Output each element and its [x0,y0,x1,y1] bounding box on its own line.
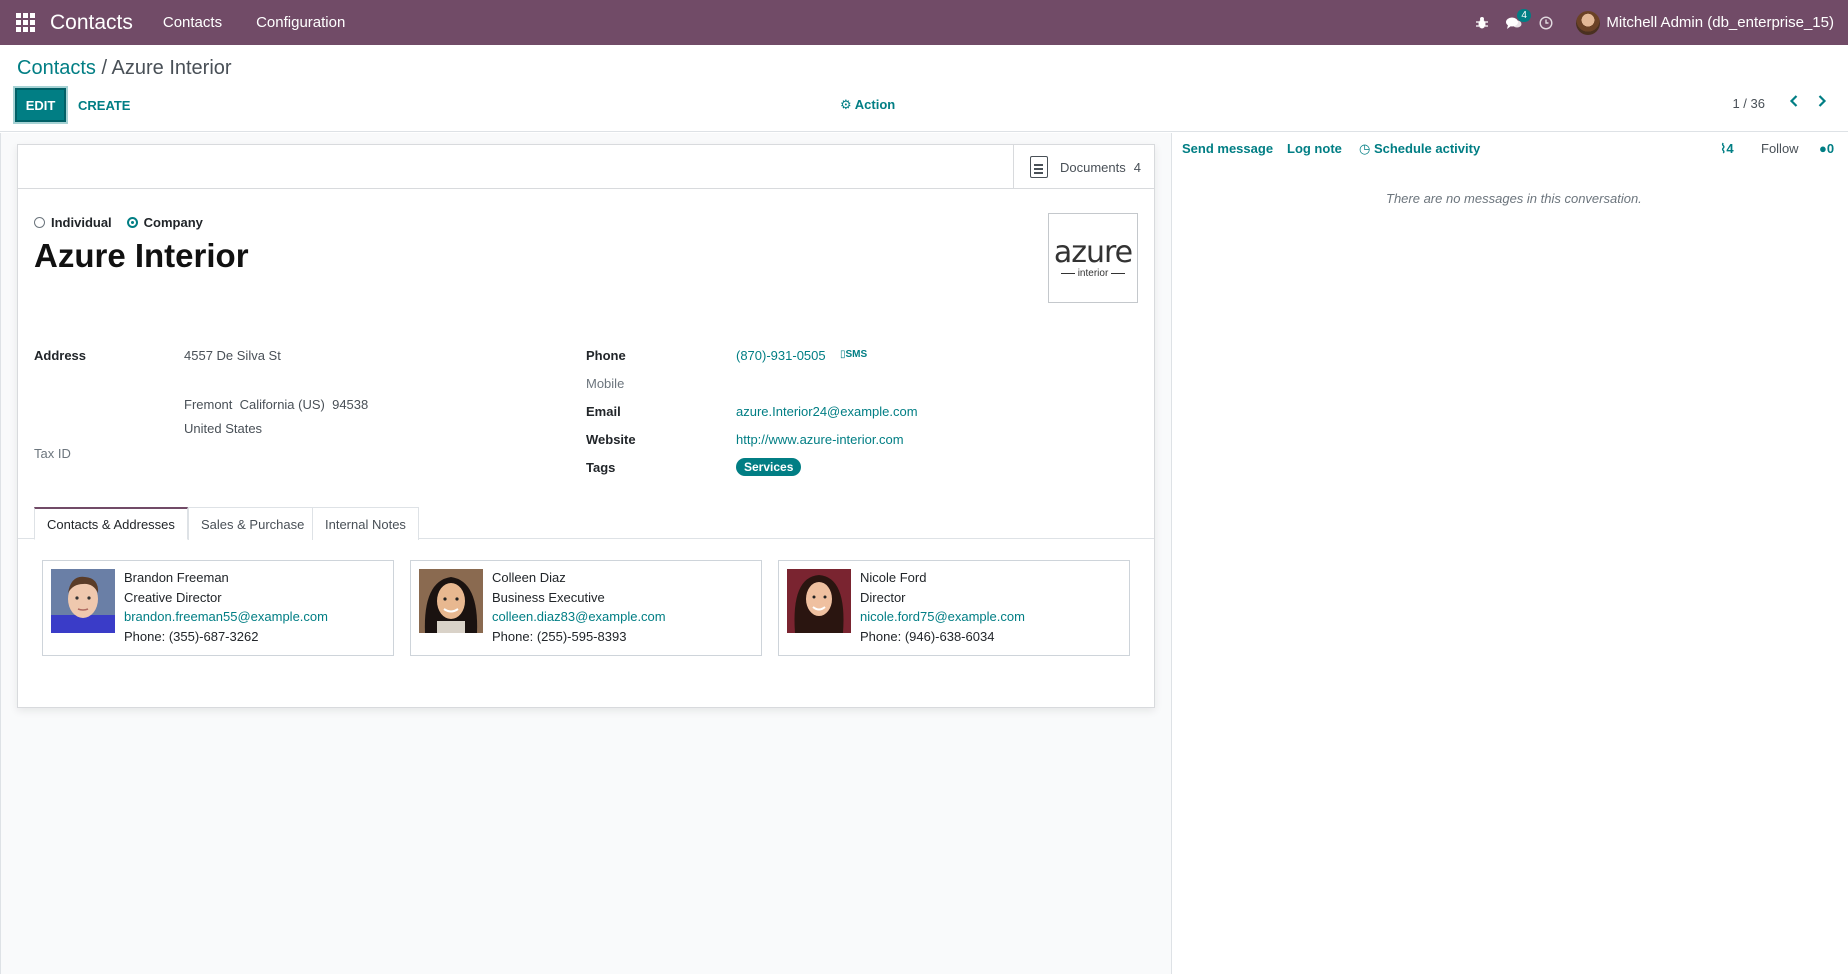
schedule-activity-label: Schedule activity [1373,141,1481,156]
menu-configuration[interactable]: Configuration [256,14,345,31]
create-button[interactable]: CREATE [78,88,130,122]
schedule-activity-button[interactable]: ◷ Schedule activity [1359,141,1480,157]
followers-count: 0 [1826,141,1835,156]
contact-email[interactable]: colleen.diaz83@example.com [492,609,666,624]
contact-email[interactable]: nicole.ford75@example.com [860,609,1025,624]
attachments-button[interactable]: ⌇4 [1720,141,1734,157]
edit-button[interactable]: EDIT [15,88,66,122]
breadcrumb-separator: / [101,57,108,79]
phone-label: Phone [586,348,626,363]
messages-badge: 4 [1517,9,1531,22]
messages-icon[interactable]: 4 [1498,0,1531,45]
radio-individual-label[interactable]: Individual [51,215,112,230]
menu-contacts[interactable]: Contacts [163,14,222,31]
contact-title: Creative Director [124,590,222,605]
tab-internal-notes[interactable]: Internal Notes [312,507,419,540]
contact-card[interactable]: Colleen Diaz Business Executive colleen.… [410,560,762,656]
user-avatar [1576,10,1601,35]
breadcrumb-contacts-link[interactable]: Contacts [17,57,96,79]
breadcrumb: Contacts / Azure Interior [17,57,232,80]
tag-badge[interactable]: Services [736,458,802,476]
contact-name: Nicole Ford [860,570,927,585]
tab-contacts-addresses[interactable]: Contacts & Addresses [34,507,188,540]
user-icon: ● [1819,141,1827,156]
contact-card[interactable]: Nicole Ford Director nicole.ford75@examp… [778,560,1130,656]
log-note-button[interactable]: Log note [1287,141,1342,156]
phone-value[interactable]: (870)-931-0505 [736,348,826,363]
notebook-tabs: Contacts & Addresses Sales & Purchase In… [18,507,1154,540]
document-icon [1030,156,1048,178]
apps-menu-icon[interactable] [0,0,50,45]
address-label: Address [34,348,87,363]
radio-company-label[interactable]: Company [144,215,203,230]
mobile-label: Mobile [586,376,625,391]
sms-link[interactable]: ▯SMS [840,349,867,360]
contact-name: Brandon Freeman [124,570,229,585]
activity-clock-icon[interactable] [1530,0,1562,45]
company-type-radio: Individual Company [34,215,203,230]
tab-sales-purchase[interactable]: Sales & Purchase [188,507,318,540]
radio-individual[interactable] [34,217,45,228]
pager-next-icon[interactable] [1817,94,1827,113]
documents-label: Documents [1060,159,1126,175]
documents-smart-button[interactable]: Documents 4 [1013,145,1154,189]
city-line-value: Fremont California (US) 94538 [184,397,369,412]
follow-button[interactable]: Follow [1761,141,1799,156]
website-value[interactable]: http://www.azure-interior.com [736,432,904,447]
partner-name: Azure Interior [34,237,249,274]
user-menu[interactable]: Mitchell Admin (db_enterprise_15) [1562,10,1848,35]
control-panel: Contacts / Azure Interior EDIT CREATE ⚙ … [0,45,1848,132]
breadcrumb-current: Azure Interior [111,57,232,79]
sms-label: SMS [845,349,868,360]
contact-title: Business Executive [492,590,605,605]
contact-email[interactable]: brandon.freeman55@example.com [124,609,328,624]
empty-conversation-text: There are no messages in this conversati… [1386,191,1642,206]
street-value: 4557 De Silva St [184,348,281,363]
email-value[interactable]: azure.Interior24@example.com [736,404,918,419]
action-menu[interactable]: ⚙ Action [840,97,895,113]
user-name: Mitchell Admin (db_enterprise_15) [1606,14,1834,31]
logo-subtitle: interior [1058,268,1129,279]
top-navbar: Contacts Contacts Configuration 4 Mitche… [0,0,1848,45]
contact-phone: Phone: (946)-638-6034 [860,629,995,644]
contact-photo [787,569,851,633]
clock-icon: ◷ [1359,141,1371,156]
debug-bug-icon[interactable] [1466,0,1498,45]
email-label: Email [586,404,621,419]
action-label: Action [854,97,896,112]
tags-label: Tags [586,460,616,475]
radio-company[interactable] [126,217,138,228]
contact-phone: Phone: (355)-687-3262 [124,629,259,644]
contact-photo [419,569,483,633]
smart-button-box: Documents 4 [18,145,1154,189]
app-title[interactable]: Contacts [50,11,133,35]
contact-card[interactable]: Brandon Freeman Creative Director brando… [42,560,394,656]
contact-title: Director [860,590,906,605]
contact-phone: Phone: (255)-595-8393 [492,629,627,644]
pager-previous-icon[interactable] [1789,94,1799,113]
contact-name: Colleen Diaz [492,570,566,585]
send-message-button[interactable]: Send message [1182,141,1273,156]
documents-count: 4 [1133,159,1141,175]
chatter-panel [1171,133,1848,974]
country-value: United States [184,421,263,436]
followers-button[interactable]: ●0 [1819,141,1834,156]
tax-id-label: Tax ID [34,446,71,461]
gear-icon: ⚙ [840,97,852,112]
logo-wordmark: azure [1053,234,1133,270]
contact-photo [51,569,115,633]
website-label: Website [586,432,636,447]
attachments-count: 4 [1726,141,1734,156]
form-sheet: Documents 4 Individual Company Azure Int… [17,144,1155,708]
company-logo[interactable]: azure interior [1048,213,1138,303]
pager-value[interactable]: 1 / 36 [1732,96,1765,111]
